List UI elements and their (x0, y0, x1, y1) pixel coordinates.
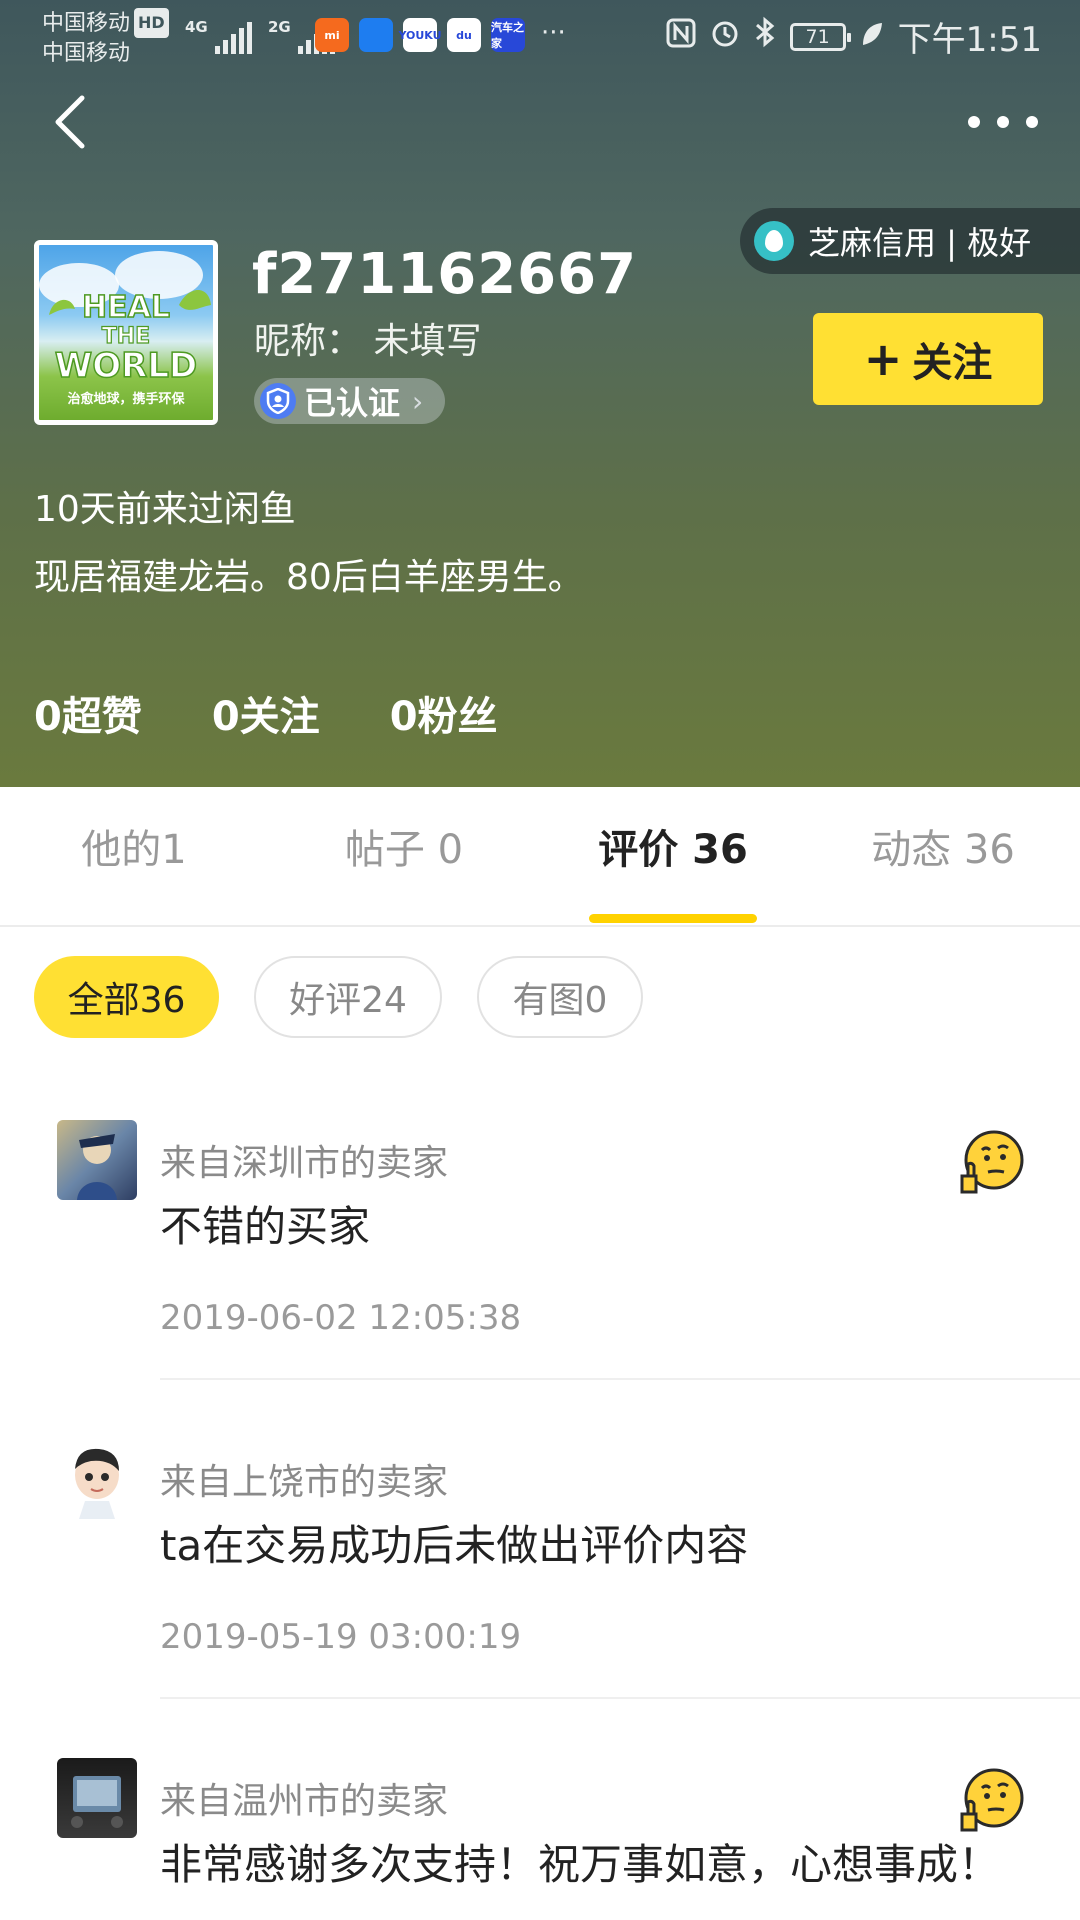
carrier-2: 中国移动 (42, 41, 131, 66)
tab-posts[interactable]: 帖子 0 (294, 817, 514, 875)
more-options-button[interactable] (968, 108, 1038, 136)
thinking-thumbs-up-emoji-icon (960, 1130, 1024, 1194)
dot-icon (968, 116, 980, 128)
review-text: 不错的买家 (160, 1202, 371, 1251)
stats-row: 0超赞 0关注 0粉丝 (34, 684, 568, 742)
carrier-info: 中国移动 HD 中国移动 (42, 8, 169, 69)
heal-the-world-logo: HEAL THE WORLD 治愈地球，携手环保 (39, 251, 211, 407)
alarm-icon (710, 17, 740, 57)
review-time: 2019-06-02 12:05:38 (160, 1298, 522, 1338)
username: f271162667 (252, 242, 638, 307)
follow-label: 关注 (912, 340, 993, 386)
clock-time: 下午1:51 (897, 20, 1042, 60)
reviewer-source: 来自上饶市的卖家 (160, 1462, 449, 1503)
bluetooth-icon (754, 16, 776, 57)
back-button[interactable] (50, 92, 100, 152)
status-right: 71 下午1:51 (666, 12, 1042, 61)
divider (160, 1378, 1080, 1380)
stat-following[interactable]: 0关注 (212, 684, 320, 742)
verified-user-icon (260, 383, 296, 419)
thinking-thumbs-up-emoji-icon (960, 1768, 1024, 1832)
svg-text:HEAL: HEAL (82, 290, 170, 325)
youku-icon: YOUKU (398, 18, 442, 52)
status-bar: 中国移动HD 中国移动 4G 2G mi YOUKUdu 汽车之家 ··· (0, 0, 1080, 72)
notification-app-icons: mi YOUKU du 汽车之家 ··· (315, 18, 566, 52)
more-notifications-icon: ··· (541, 18, 566, 48)
signal-indicators: 4G 2G (185, 14, 335, 54)
leaf-icon (860, 17, 884, 57)
autohome-icon: 汽车之家 (491, 18, 525, 52)
profile-header: 中国移动HD 中国移动 4G 2G mi YOUKUdu 汽车之家 ··· (0, 0, 1080, 787)
tab-activity[interactable]: 动态 36 (833, 817, 1053, 875)
reviewer-avatar (57, 1439, 137, 1519)
reviewer-avatar (57, 1758, 137, 1838)
verified-badge[interactable]: 已认证 › (254, 378, 446, 424)
chevron-left-icon (55, 95, 85, 149)
tab-his-items[interactable]: 他的1 (24, 817, 244, 875)
signal-4g-icon: 4G (185, 20, 252, 54)
sesame-icon (754, 221, 794, 261)
sesame-credit-badge[interactable]: 芝麻信用 | 极好 (740, 208, 1080, 274)
svg-text:治愈地球，携手环保: 治愈地球，携手环保 (67, 391, 185, 407)
sesame-credit-label: 芝麻信用 | 极好 (808, 224, 1032, 262)
verified-label: 已认证 (304, 384, 401, 422)
chevron-right-icon: › (412, 384, 424, 418)
divider (160, 1697, 1080, 1699)
battery-icon: 71 (789, 22, 851, 51)
profile-tabs: 他的1 帖子 0 评价 36 动态 36 (0, 787, 1080, 927)
bio-text: 现居福建龙岩。80后白羊座男生。 (34, 557, 584, 598)
review-item[interactable]: 来自深圳市的卖家 不错的买家 2019-06-02 12:05:38 (0, 1118, 1080, 1380)
active-tab-indicator (589, 914, 757, 923)
svg-text:WORLD: WORLD (55, 346, 197, 386)
review-item[interactable]: 来自上饶市的卖家 ta在交易成功后未做出评价内容 2019-05-19 03:0… (0, 1437, 1080, 1699)
nfc-icon (666, 18, 696, 56)
reviewer-source: 来自深圳市的卖家 (160, 1143, 449, 1184)
last-seen-text: 10天前来过闲鱼 (34, 489, 296, 530)
carrier-1: 中国移动 (42, 11, 131, 36)
shield-app-icon (359, 18, 393, 52)
reviewer-source: 来自温州市的卖家 (160, 1781, 449, 1822)
review-time: 2019-05-19 03:00:19 (160, 1617, 522, 1657)
filter-with-photos-chip[interactable]: 有图0 (477, 956, 643, 1038)
hd-badge: HD (134, 8, 169, 38)
review-text: 非常感谢多次支持！祝万事如意，心想事成！ (160, 1840, 1001, 1889)
follow-button[interactable]: + 关注 (813, 313, 1043, 405)
dot-icon (997, 116, 1009, 128)
review-item[interactable]: 来自温州市的卖家 非常感谢多次支持！祝万事如意，心想事成！ (0, 1756, 1080, 1920)
tab-reviews[interactable]: 评价 36 (563, 817, 783, 875)
stat-fans[interactable]: 0粉丝 (390, 684, 498, 742)
stat-likes[interactable]: 0超赞 (34, 684, 142, 742)
user-avatar[interactable]: HEAL THE WORLD 治愈地球，携手环保 (34, 240, 218, 425)
filter-all-chip[interactable]: 全部36 (34, 956, 219, 1038)
reviewer-avatar (57, 1120, 137, 1200)
mi-icon: mi (315, 18, 349, 52)
filter-positive-chip[interactable]: 好评24 (254, 956, 442, 1038)
dot-icon (1026, 116, 1038, 128)
nickname: 昵称： 未填写 (254, 321, 482, 362)
plus-icon: + (863, 332, 903, 386)
baidu-icon: du (447, 18, 481, 52)
review-text: ta在交易成功后未做出评价内容 (160, 1521, 749, 1570)
